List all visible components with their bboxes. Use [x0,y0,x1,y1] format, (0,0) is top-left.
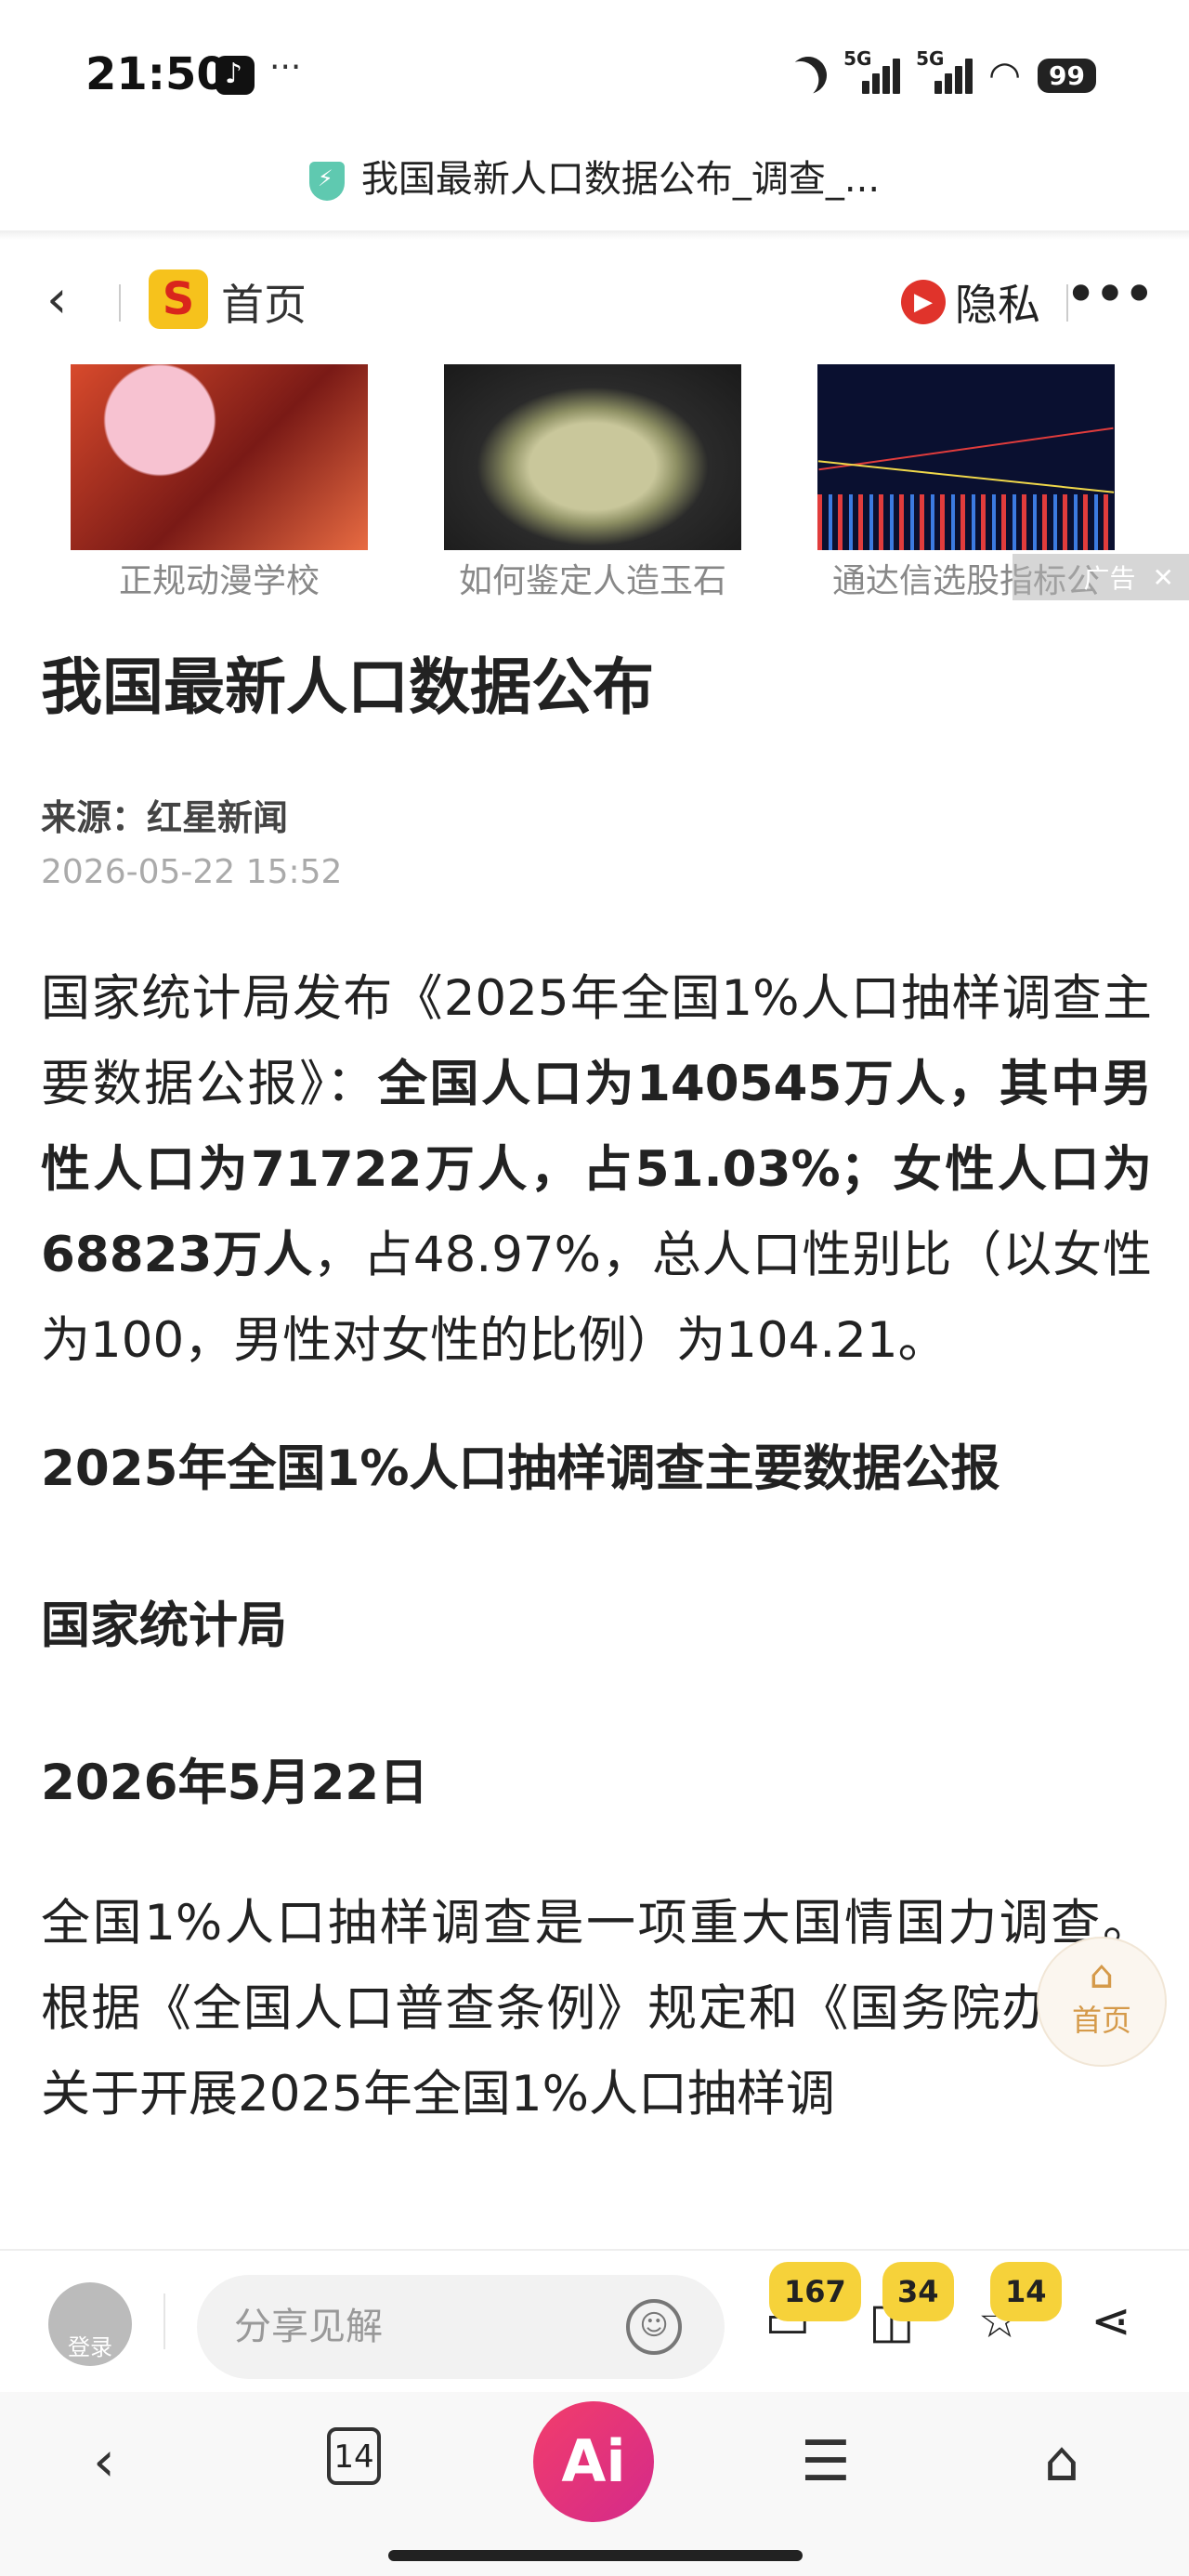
comments-count-badge: 167 [769,2262,861,2321]
network-type-label-2: 5G [916,47,945,70]
privacy-button[interactable]: ▶ 隐私 [901,271,1040,333]
article-headline: 我国最新人口数据公布 [41,651,654,723]
app-logo-icon[interactable]: S [149,269,208,329]
ai-button[interactable]: Ai [533,2401,654,2522]
home-icon: ⌂ [1089,1952,1115,1997]
battery-icon: 99 [1038,58,1096,93]
share-count-button[interactable]: ◫ 34 [864,2262,954,2349]
divider [0,230,1189,240]
comment-bar: 登录 ☺ ▭ 167 ◫ 34 ☆ 14 ⋖ [0,2249,1189,2388]
article-paragraph: 国家统计局发布《2025年全国1%人口抽样调查主要数据公报》：全国人口为1405… [41,956,1152,1384]
ad-caption: 如何鉴定人造玉石 [458,562,726,600]
security-shield-icon [308,162,345,201]
back-icon[interactable]: ‹ [46,269,67,330]
floating-home-label: 首页 [1071,2003,1131,2038]
article-paragraph: 全国1%人口抽样调查是一项重大国情国力调查。根据《全国人口普查条例》规定和《国务… [41,1894,1152,2123]
privacy-label: 隐私 [955,280,1040,330]
status-indicators: 5G 5G ◠ 99 [790,47,1096,97]
section-heading: 2025年全国1%人口抽样调查主要数据公报 [41,1440,1000,1498]
ad-image-stock-chart [817,364,1115,550]
wifi-icon: ◠ [988,54,1022,97]
more-menu-icon[interactable]: ••• [1065,262,1156,327]
divider [163,2293,165,2349]
article-source: 来源：红星新闻 [41,797,289,839]
do-not-disturb-icon [783,50,834,101]
home-nav-icon[interactable]: ⌂ [1044,2429,1079,2494]
home-link[interactable]: 首页 [221,271,307,333]
close-icon: ✕ [1152,561,1174,593]
section-heading: 国家统计局 [41,1597,287,1655]
favorites-count-badge: 14 [990,2262,1062,2321]
page-title-text: 我国最新人口数据公布_调查_... [360,158,881,201]
comments-button[interactable]: ▭ 167 [760,2262,861,2349]
page-url-title[interactable]: 我国最新人口数据公布_调查_... [0,149,1189,203]
tabs-button[interactable]: 14 [327,2427,381,2485]
signal-icon: 5G [843,47,901,94]
tiktok-icon [216,56,255,95]
ad-caption: 正规动漫学校 [118,562,320,600]
menu-icon[interactable]: ☰ [801,2429,851,2494]
article: 我国最新人口数据公布 来源：红星新闻 2026-05-22 15:52 国家统计… [41,651,1152,2137]
ad-image-anime [71,364,368,550]
bottom-nav: ‹ 14 Ai ☰ ⌂ [0,2392,1189,2576]
ad-close-button[interactable]: 广告 ✕ [1013,554,1189,600]
signal-icon-2: 5G [916,47,973,94]
article-date: 2026-05-22 15:52 [41,853,343,892]
network-type-label: 5G [843,47,872,70]
nav-back-icon[interactable]: ‹ [93,2429,115,2494]
ad-strip: 正规动漫学校 如何鉴定人造玉石 通达信选股指标公 广告 ✕ [0,364,1189,606]
ad-item[interactable]: 正规动漫学校 [71,364,368,602]
nav-bar: ‹ S 首页 ▶ 隐私 ••• [0,249,1189,351]
home-indicator[interactable] [388,2550,803,2561]
emoji-icon[interactable]: ☺ [626,2299,682,2355]
ad-item[interactable]: 如何鉴定人造玉石 [444,364,741,602]
floating-home-button[interactable]: ⌂ 首页 [1037,1937,1167,2067]
status-time: 21:50 [85,48,228,100]
play-icon: ▶ [901,280,946,324]
nav-separator [119,284,121,322]
favorite-button[interactable]: ☆ 14 [972,2262,1062,2349]
login-label: 登录 [68,2334,112,2360]
more-notifications-icon: ··· [269,48,302,86]
shares-count-badge: 34 [882,2262,954,2321]
share-icon[interactable]: ⋖ [1083,2293,1139,2349]
ad-tag: 广告 [1083,563,1136,594]
status-bar: 21:50 ··· 5G 5G ◠ 99 [0,0,1189,139]
ad-image-jade [444,364,741,550]
avatar[interactable]: 登录 [48,2282,132,2366]
section-heading: 2026年5月22日 [41,1754,429,1811]
